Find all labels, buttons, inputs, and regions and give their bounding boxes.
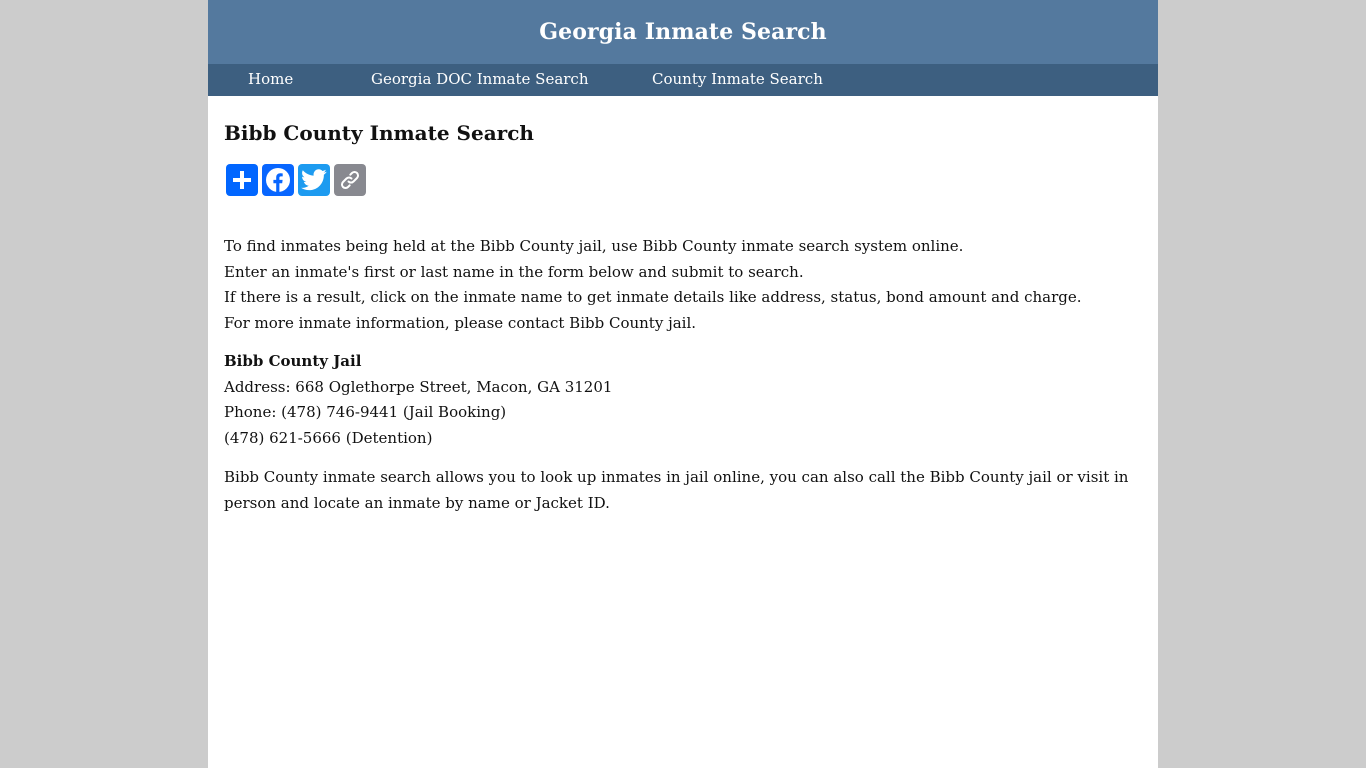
twitter-share-button[interactable] [298,164,330,196]
twitter-icon [301,169,327,191]
copy-link-icon [340,170,360,190]
nav-item-county-inmate-search[interactable]: County Inmate Search [652,70,823,88]
jail-phone-booking: Phone: (478) 746-9441 (Jail Booking) [224,403,507,422]
intro-text: To find inmates being held at the Bibb C… [224,234,1144,336]
intro-line: For more inmate information, please cont… [224,313,697,332]
outro-paragraph: Bibb County inmate search allows you to … [224,468,1129,512]
intro-line: To find inmates being held at the Bibb C… [224,237,964,255]
site-title[interactable]: Georgia Inmate Search [539,19,827,45]
jail-info: Bibb County Jail Address: 668 Oglethorpe… [224,349,1144,451]
outro-text: Bibb County inmate search allows you to … [224,465,1144,516]
jail-address: Address: 668 Oglethorpe Street, Macon, G… [224,377,613,396]
intro-line: Enter an inmate's first or last name in … [224,262,804,281]
facebook-icon [266,168,290,192]
facebook-share-button[interactable] [262,164,294,196]
share-button[interactable] [226,164,258,196]
page-title: Bibb County Inmate Search [224,121,534,145]
jail-name: Bibb County Jail [224,352,362,370]
page-container: Georgia Inmate Search Home Georgia DOC I… [208,0,1158,768]
jail-phone-detention: (478) 621-5666 (Detention) [224,428,433,447]
nav-item-georgia-doc-inmate-search[interactable]: Georgia DOC Inmate Search [371,70,589,88]
intro-line: If there is a result, click on the inmat… [224,288,1082,307]
share-buttons [226,164,366,196]
copy-link-button[interactable] [334,164,366,196]
site-header: Georgia Inmate Search [208,0,1158,64]
main-nav: Home Georgia DOC Inmate Search County In… [208,64,1158,96]
nav-item-home[interactable]: Home [248,70,293,88]
plus-share-icon [233,171,251,189]
